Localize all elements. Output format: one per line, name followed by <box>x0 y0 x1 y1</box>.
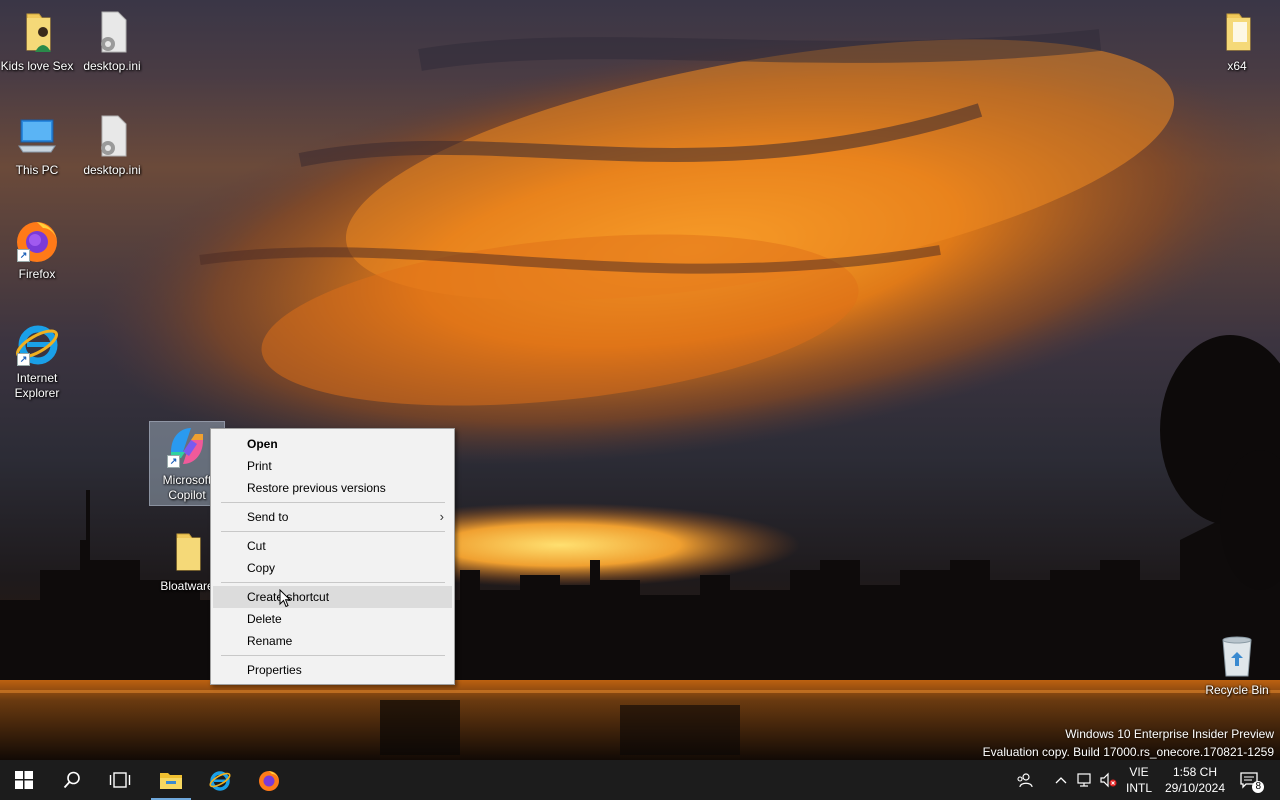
menu-separator <box>221 502 445 503</box>
file-explorer-icon <box>160 773 182 789</box>
desktop-icon-this-pc[interactable]: This PC <box>0 112 74 178</box>
task-view-button[interactable] <box>96 760 144 800</box>
desktop-icon-label: Kids love Sex <box>0 59 74 73</box>
menu-item-delete[interactable]: Delete <box>213 608 452 630</box>
menu-item-cut[interactable]: Cut <box>213 535 452 557</box>
taskbar-internet-explorer[interactable] <box>196 760 244 800</box>
shortcut-arrow-icon: ↗ <box>17 353 30 366</box>
taskbar: VIE INTL 1:58 CH 29/10/2024 8 <box>0 760 1280 800</box>
network-button[interactable] <box>1074 760 1096 800</box>
folder-icon <box>163 528 211 576</box>
computer-icon <box>13 112 61 160</box>
desktop-icon-label: Firefox <box>18 267 56 281</box>
menu-item-properties[interactable]: Properties <box>213 659 452 681</box>
desktop-icon-firefox[interactable]: ↗ Firefox <box>0 216 74 282</box>
firefox-icon: ↗ <box>13 216 61 264</box>
shortcut-arrow-icon: ↗ <box>17 249 30 262</box>
desktop-icon-desktop-ini[interactable]: desktop.ini <box>75 112 149 178</box>
chevron-up-icon <box>1055 777 1067 784</box>
desktop-icon-label: x64 <box>1227 59 1247 73</box>
people-icon <box>1017 773 1033 788</box>
desktop-icon-desktop-ini[interactable]: desktop.ini <box>75 8 149 74</box>
people-button[interactable] <box>1010 760 1038 800</box>
settings-file-icon <box>88 112 136 160</box>
shortcut-arrow-icon: ↗ <box>167 455 180 468</box>
desktop-icon-label: desktop.ini <box>83 163 141 177</box>
menu-item-rename[interactable]: Rename <box>213 630 452 652</box>
internet-explorer-icon <box>209 771 231 791</box>
desktop-icon-internet-explorer[interactable]: ↗ Internet Explorer <box>0 320 74 401</box>
show-hidden-icons-button[interactable] <box>1050 760 1072 800</box>
folder-with-person-icon <box>13 8 61 56</box>
desktop-icon-kids-love-sex[interactable]: Kids love Sex <box>0 8 74 74</box>
search-button[interactable] <box>48 760 96 800</box>
internet-explorer-icon: ↗ <box>13 320 61 368</box>
build-watermark-line-2: Evaluation copy. Build 17000.rs_onecore.… <box>982 745 1274 759</box>
clock-button[interactable]: 1:58 CH 29/10/2024 <box>1160 760 1230 800</box>
context-menu: Open Print Restore previous versions Sen… <box>210 428 455 685</box>
firefox-icon <box>259 771 279 791</box>
taskbar-file-explorer[interactable] <box>147 760 195 800</box>
task-view-icon <box>109 772 131 788</box>
menu-item-open[interactable]: Open <box>213 433 452 455</box>
desktop-wallpaper[interactable] <box>0 0 1280 760</box>
volume-button[interactable] <box>1097 760 1119 800</box>
desktop-icon-label: This PC <box>15 163 59 177</box>
desktop-icon-x64[interactable]: x64 <box>1200 8 1274 74</box>
menu-item-restore-previous-versions[interactable]: Restore previous versions <box>213 477 452 499</box>
windows-logo-icon <box>15 771 33 789</box>
input-language-button[interactable]: VIE INTL <box>1122 760 1156 800</box>
menu-separator <box>221 582 445 583</box>
recycle-bin-icon <box>1213 632 1261 680</box>
taskbar-firefox[interactable] <box>245 760 293 800</box>
folder-icon <box>1213 8 1261 56</box>
keyboard-layout: INTL <box>1125 781 1152 795</box>
chevron-right-icon: › <box>439 509 444 524</box>
copilot-icon: ↗ <box>163 422 211 470</box>
search-icon <box>63 771 80 789</box>
menu-item-copy[interactable]: Copy <box>213 557 452 579</box>
volume-muted-icon <box>1100 772 1117 788</box>
start-button[interactable] <box>0 760 48 800</box>
menu-separator <box>221 531 445 532</box>
network-icon <box>1077 773 1091 787</box>
desktop-icon-label: Recycle Bin <box>1205 683 1269 697</box>
menu-item-label: Send to <box>247 510 289 524</box>
clock-date: 29/10/2024 <box>1164 781 1226 795</box>
settings-file-icon <box>88 8 136 56</box>
build-watermark-line-1: Windows 10 Enterprise Insider Preview <box>1065 727 1274 741</box>
wallpaper-art <box>0 29 1280 760</box>
desktop-icon-label: Internet Explorer <box>14 371 60 400</box>
desktop-icon-recycle-bin[interactable]: Recycle Bin <box>1200 632 1274 698</box>
language-code: VIE <box>1129 765 1149 779</box>
menu-item-send-to[interactable]: Send to › <box>213 506 452 528</box>
menu-separator <box>221 655 445 656</box>
desktop-icon-label: desktop.ini <box>83 59 141 73</box>
menu-item-create-shortcut[interactable]: Create shortcut <box>213 586 452 608</box>
notification-count-badge: 8 <box>1252 781 1264 793</box>
mouse-pointer-icon <box>279 589 291 608</box>
menu-item-print[interactable]: Print <box>213 455 452 477</box>
action-center-button[interactable]: 8 <box>1234 760 1264 800</box>
clock-time: 1:58 CH <box>1172 765 1218 779</box>
